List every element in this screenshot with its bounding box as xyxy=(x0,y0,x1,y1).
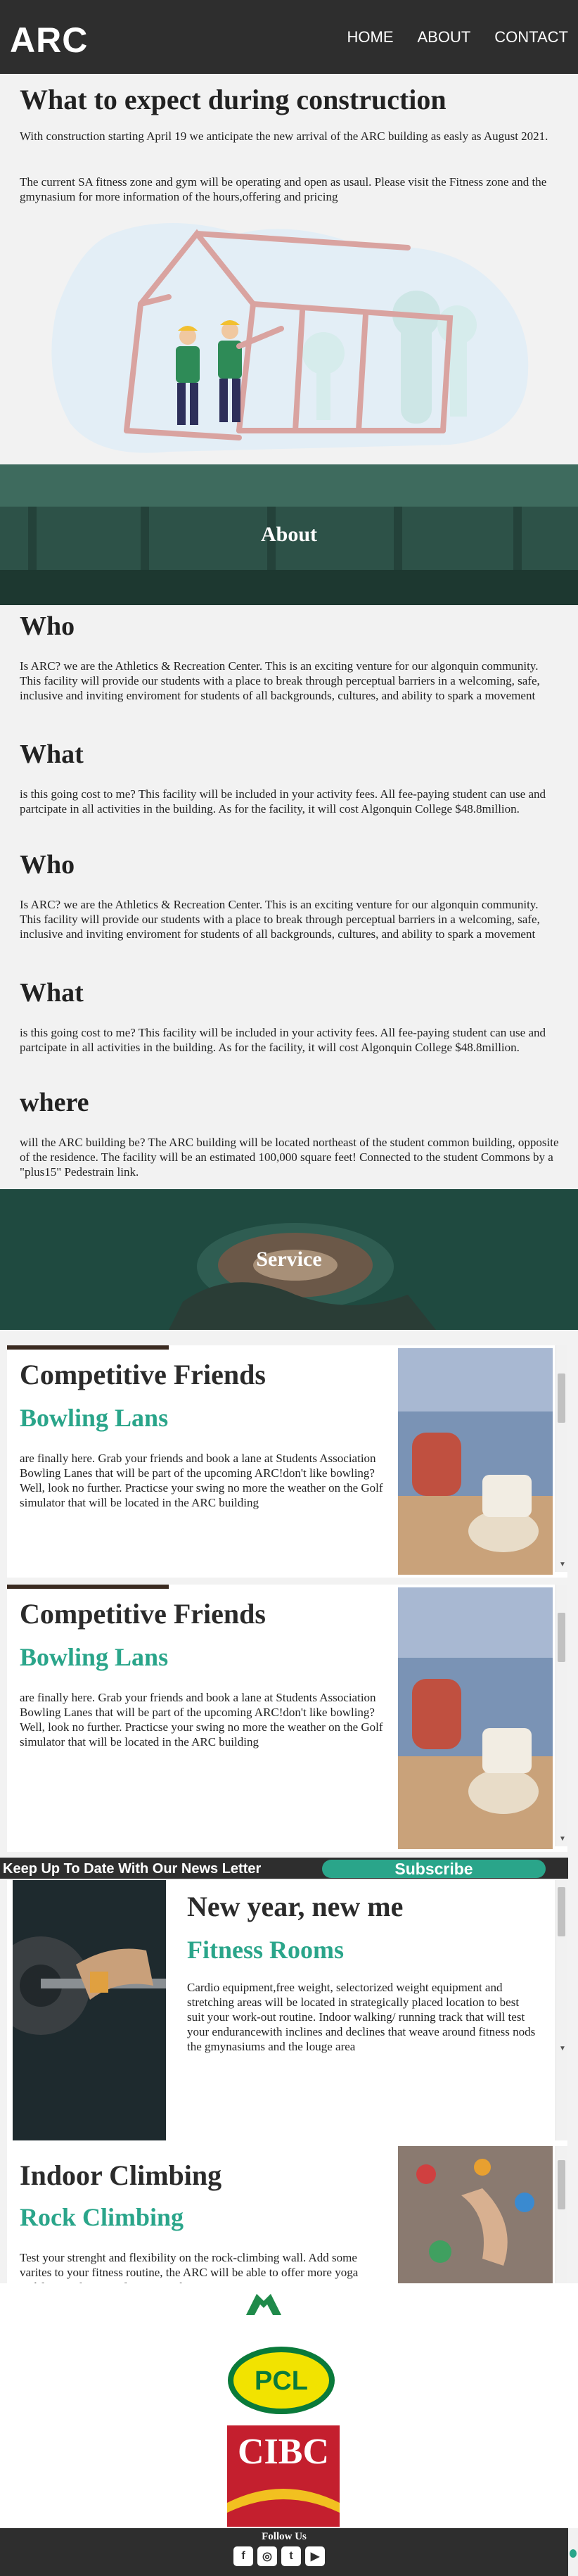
bowling-image xyxy=(398,1587,553,1849)
climbing-image xyxy=(398,2146,553,2283)
section-text-what-2: is this going cost to me? This facility … xyxy=(20,1026,546,1054)
card-subtitle: Fitness Rooms xyxy=(187,1936,344,1964)
scroll-down-arrow[interactable]: ▼ xyxy=(559,1835,566,1843)
sponsors-section: PCL CIBC xyxy=(0,2283,578,2528)
card-top-image-strip xyxy=(7,1345,169,1350)
scroll-down-arrow[interactable]: ▼ xyxy=(559,1561,566,1568)
card-subtitle: Bowling Lans xyxy=(20,1404,169,1432)
page-scrollbar[interactable] xyxy=(568,2528,578,2576)
construction-text-2: The current SA fitness zone and gym will… xyxy=(20,175,547,203)
sponsor-logo-green xyxy=(246,2294,281,2315)
card-title: New year, new me xyxy=(187,1891,404,1922)
card-title: Competitive Friends xyxy=(20,1359,266,1390)
logo[interactable]: ARC xyxy=(10,20,88,61)
about-banner: About xyxy=(0,464,578,605)
scroll-down-arrow[interactable]: ▼ xyxy=(559,2045,566,2052)
scrollbar-thumb[interactable] xyxy=(558,1613,565,1662)
scroll-to-top-button[interactable] xyxy=(570,2549,577,2558)
bowling-image xyxy=(398,1348,553,1575)
card-text: are finally here. Grab your friends and … xyxy=(20,1691,383,1749)
nav-contact[interactable]: CONTACT xyxy=(494,28,568,46)
card-subtitle: Rock Climbing xyxy=(20,2203,184,2231)
scrollbar-thumb[interactable] xyxy=(558,2160,565,2209)
follow-us-label: Follow Us xyxy=(262,2531,307,2542)
nav-home[interactable]: HOME xyxy=(347,28,394,46)
social-links: f ◎ t ▶ xyxy=(233,2546,325,2566)
section-heading-what: What xyxy=(20,740,84,769)
pcl-logo-text: PCL xyxy=(255,2366,308,2396)
card-top-image-strip xyxy=(7,1585,169,1589)
construction-illustration xyxy=(51,223,529,453)
construction-title: What to expect during construction xyxy=(20,84,447,115)
main-nav: HOME ABOUT CONTACT xyxy=(347,28,569,46)
service-card-climbing: Indoor Climbing Rock Climbing Test your … xyxy=(7,2146,567,2294)
card-scrollbar[interactable] xyxy=(555,2146,567,2283)
section-heading-who-2: Who xyxy=(20,850,75,880)
scrollbar-thumb[interactable] xyxy=(558,1887,565,1936)
service-card-bowling: Competitive Friends Bowling Lans are fin… xyxy=(7,1345,567,1578)
card-text: are finally here. Grab your friends and … xyxy=(20,1452,383,1509)
card-title: Competitive Friends xyxy=(20,1598,266,1630)
service-banner-title: Service xyxy=(256,1248,322,1271)
facebook-icon[interactable]: f xyxy=(233,2546,253,2566)
section-text-who: Is ARC? we are the Athletics & Recreatio… xyxy=(20,659,540,702)
subscribe-button[interactable]: Subscribe xyxy=(322,1860,546,1878)
construction-text-1: With construction starting April 19 we a… xyxy=(20,129,548,143)
section-heading-where: where xyxy=(20,1088,89,1117)
twitter-icon[interactable]: t xyxy=(281,2546,301,2566)
scrollbar-thumb[interactable] xyxy=(558,1373,565,1423)
card-title: Indoor Climbing xyxy=(20,2159,222,2191)
service-card-fitness: New year, new me Fitness Rooms Cardio eq… xyxy=(7,1880,567,2146)
site-footer: Follow Us f ◎ t ▶ xyxy=(0,2528,568,2576)
instagram-icon[interactable]: ◎ xyxy=(257,2546,277,2566)
weightlifting-image xyxy=(13,1880,166,2140)
cibc-logo-text: CIBC xyxy=(237,2432,330,2472)
section-text-who-2: Is ARC? we are the Athletics & Recreatio… xyxy=(20,898,540,941)
youtube-icon[interactable]: ▶ xyxy=(305,2546,325,2566)
section-heading-what-2: What xyxy=(20,978,84,1008)
service-card-bowling-2: Competitive Friends Bowling Lans are fin… xyxy=(7,1585,567,1852)
card-scrollbar[interactable]: ▼ xyxy=(555,1345,567,1572)
card-scrollbar[interactable]: ▼ xyxy=(555,1880,567,2140)
section-heading-who: Who xyxy=(20,611,75,641)
section-text-where: will the ARC building be? The ARC buildi… xyxy=(20,1136,559,1179)
site-header: ARC HOME ABOUT CONTACT xyxy=(0,0,578,74)
card-subtitle: Bowling Lans xyxy=(20,1643,169,1671)
newsletter-text: Keep Up To Date With Our News Letter xyxy=(3,1861,262,1877)
about-banner-title: About xyxy=(260,523,318,546)
card-text: Cardio equipment,free weight, selectoriz… xyxy=(187,1981,536,2053)
section-text-what: is this going cost to me? This facility … xyxy=(20,787,546,816)
service-banner: Service xyxy=(0,1189,578,1330)
card-scrollbar[interactable]: ▼ xyxy=(555,1585,567,1846)
newsletter-bar: Keep Up To Date With Our News Letter Sub… xyxy=(0,1858,568,1879)
nav-about[interactable]: ABOUT xyxy=(418,28,471,46)
